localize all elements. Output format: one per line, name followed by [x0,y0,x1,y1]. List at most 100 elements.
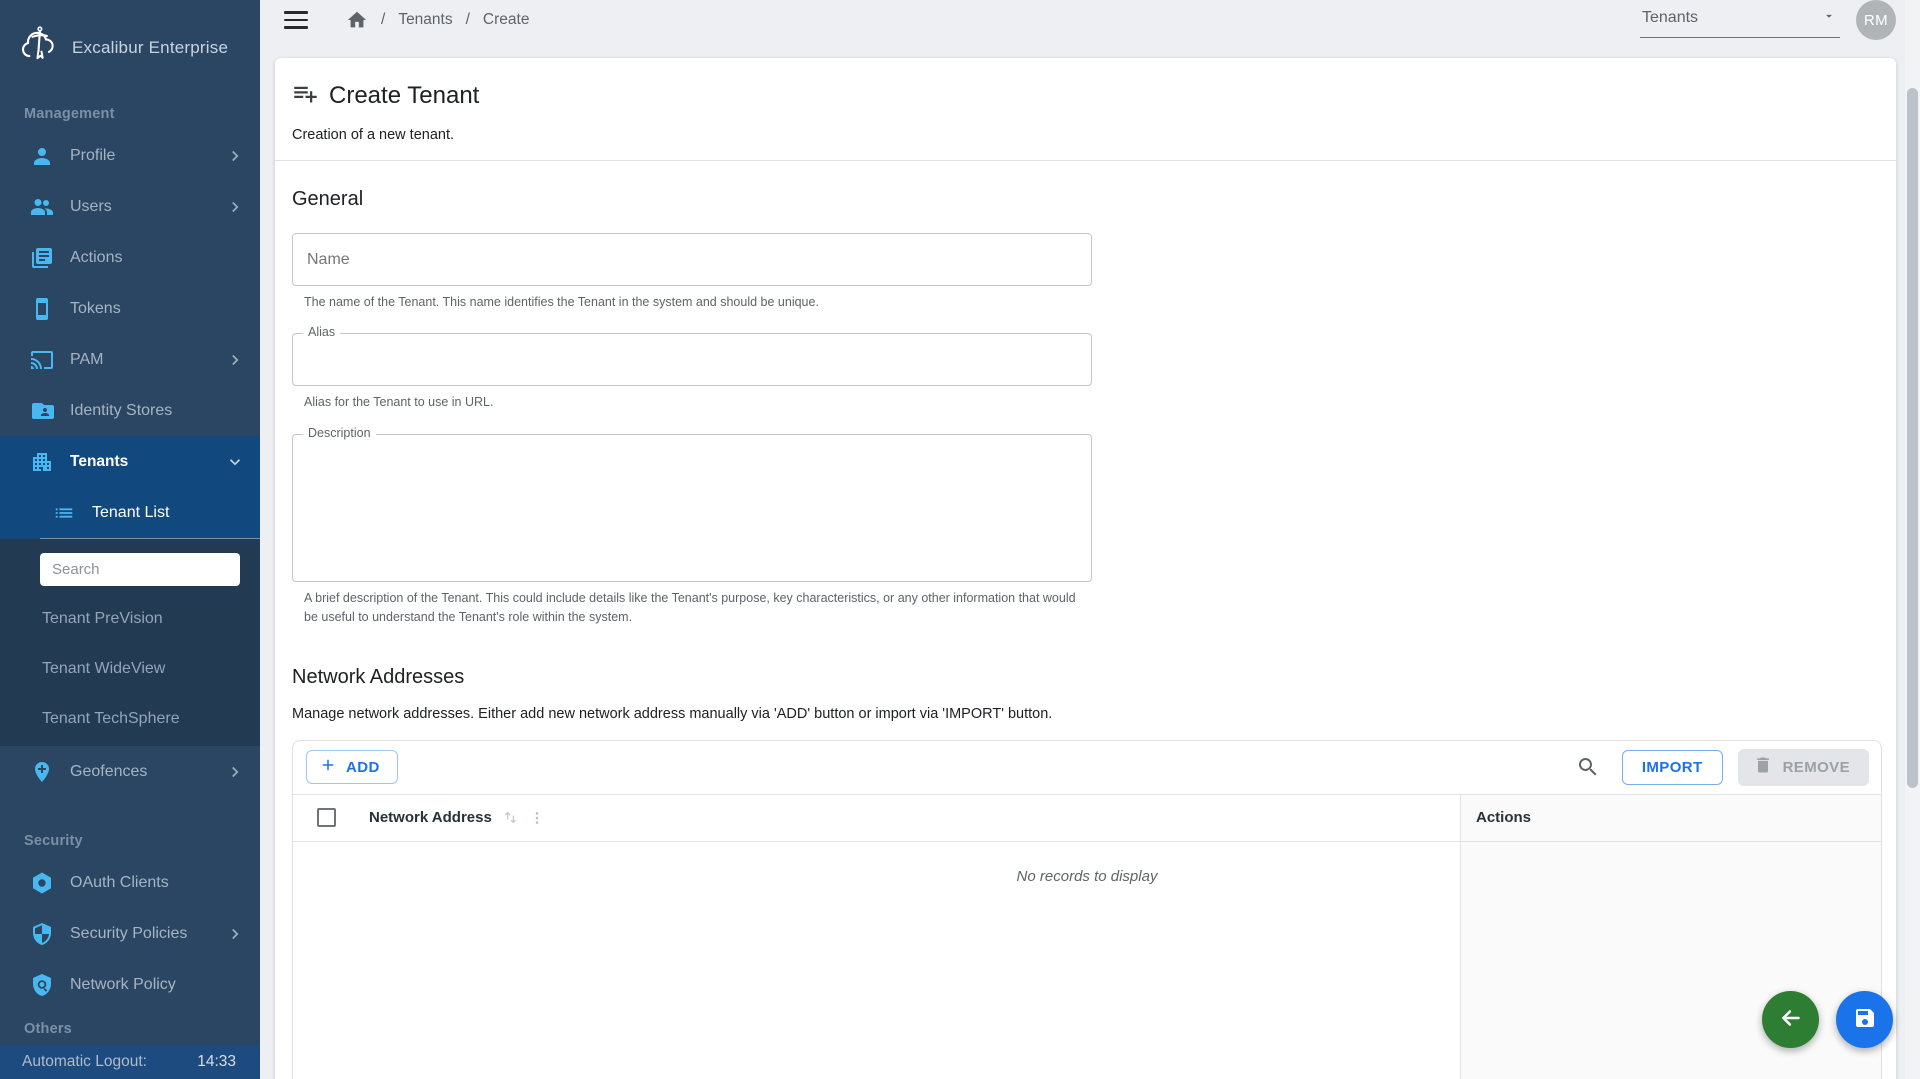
sidebar-item-geofences[interactable]: Geofences [0,746,260,797]
tenant-search-input[interactable] [40,553,240,586]
sidebar-item-pam[interactable]: PAM [0,334,260,385]
section-others: Others [0,1011,260,1045]
description-label: Description [303,426,376,440]
network-address-column-header: Network Address [293,795,1460,841]
breadcrumb-item-create[interactable]: Create [483,11,530,29]
brand-name: Excalibur Enterprise [72,38,228,58]
alias-input[interactable] [293,334,1091,385]
policy-shield-magnifier-icon [30,973,54,997]
sidebar-item-label: Network Policy [70,976,176,994]
chevron-right-icon [226,925,244,943]
cast-screen-icon [30,348,54,372]
home-icon[interactable] [346,9,368,31]
chevron-right-icon [226,147,244,165]
vertical-scrollbar[interactable] [1905,0,1920,1079]
save-button[interactable] [1836,991,1893,1048]
sidebar-item-identity-stores[interactable]: Identity Stores [0,385,260,436]
sidebar-item-tenant-list[interactable]: Tenant List [0,487,260,538]
plus-icon [319,756,337,778]
description-field: Description [292,434,1092,582]
sidebar-item-tenants[interactable]: Tenants [0,436,260,487]
sidebar-item-actions[interactable]: Actions [0,232,260,283]
apartment-building-icon [30,450,54,474]
sidebar-item-tenant-wideview[interactable]: Tenant WideView [0,644,260,694]
back-button[interactable] [1762,991,1819,1048]
column-menu-dots-icon[interactable] [529,810,545,826]
sidebar-nav: Management Profile Users Actions Tokens [0,96,260,1045]
select-all-checkbox[interactable] [317,808,336,827]
person-icon [30,144,54,168]
chevron-down-icon [226,453,244,471]
context-select[interactable]: Tenants [1640,3,1840,38]
table-body: No records to display [293,842,1881,1079]
general-heading: General [292,188,1882,211]
trash-icon [1753,755,1773,779]
remove-button-label: REMOVE [1783,759,1850,776]
remove-button[interactable]: REMOVE [1738,749,1869,786]
tenant-name-input[interactable] [292,233,1092,286]
topbar-right: Tenants RM [1640,0,1896,40]
column-label-actions: Actions [1476,809,1531,826]
chevron-right-icon [226,351,244,369]
arrow-left-icon [1778,1005,1804,1034]
description-input[interactable] [293,435,1091,581]
context-select-value: Tenants [1642,9,1698,27]
playlist-add-icon [292,80,319,112]
tenants-active-group: Tenants Tenant List [0,436,260,539]
actions-column-header: Actions [1460,795,1881,841]
sidebar-item-oauth-clients[interactable]: OAuth Clients [0,857,260,908]
search-icon[interactable] [1572,751,1604,783]
logout-countdown: 14:33 [197,1053,236,1071]
sidebar-item-profile[interactable]: Profile [0,130,260,181]
sidebar-item-tenant-techsphere[interactable]: Tenant TechSphere [0,694,260,744]
network-addresses-heading: Network Addresses [292,666,1882,689]
network-addresses-table-panel: ADD IMPORT REMOVE [292,740,1882,1079]
sidebar-item-label: Security Policies [70,925,187,943]
folder-shared-icon [30,399,54,423]
tenants-submenu: Tenant PreVision Tenant WideView Tenant … [0,539,260,746]
brand: Excalibur Enterprise [0,0,260,96]
tenant-name-label: Tenant TechSphere [42,710,180,728]
chevron-right-icon [226,763,244,781]
alias-helper-text: Alias for the Tenant to use in URL. [304,393,1882,412]
add-button[interactable]: ADD [306,750,398,784]
sidebar-item-network-policy[interactable]: Network Policy [0,959,260,1010]
divider [275,160,1896,161]
avatar[interactable]: RM [1856,0,1896,40]
empty-state-text: No records to display [293,868,1881,885]
automatic-logout-bar: Automatic Logout: 14:33 [0,1045,260,1079]
section-management: Management [0,96,260,130]
people-icon [30,195,54,219]
smartphone-icon [30,297,54,321]
sidebar-item-label: Profile [70,147,115,165]
card-body: General The name of the Tenant. This nam… [275,188,1896,1079]
alias-field: Alias [292,333,1092,386]
shield-half-icon [30,922,54,946]
menu-hamburger-icon[interactable] [284,11,308,29]
tenant-name-label: Tenant WideView [42,660,165,678]
import-button[interactable]: IMPORT [1622,750,1723,785]
breadcrumb-separator: / [381,11,385,29]
excalibur-cloud-sword-logo-icon [18,24,60,73]
breadcrumb-item-tenants[interactable]: Tenants [398,11,452,29]
sidebar: Excalibur Enterprise Management Profile … [0,0,260,1079]
name-helper-text: The name of the Tenant. This name identi… [304,293,1882,312]
sidebar-item-label: PAM [70,351,103,369]
column-label-network-address: Network Address [369,809,492,826]
sort-icon[interactable] [502,809,519,826]
description-helper-text: A brief description of the Tenant. This … [304,589,1084,628]
library-books-icon [30,246,54,270]
sidebar-item-tenant-prevision[interactable]: Tenant PreVision [0,594,260,644]
sidebar-item-label: Actions [70,249,122,267]
sidebar-item-label: Tenant List [92,504,169,522]
sidebar-item-users[interactable]: Users [0,181,260,232]
sidebar-item-label: Users [70,198,112,216]
table-header-row: Network Address Actions [293,794,1881,842]
tenant-name-label: Tenant PreVision [42,610,163,628]
list-icon [52,501,76,525]
sidebar-item-tokens[interactable]: Tokens [0,283,260,334]
scrollbar-thumb[interactable] [1907,88,1918,788]
sidebar-item-security-policies[interactable]: Security Policies [0,908,260,959]
card-header: Create Tenant Creation of a new tenant. [275,58,1896,143]
network-addresses-description: Manage network addresses. Either add new… [292,706,1882,722]
